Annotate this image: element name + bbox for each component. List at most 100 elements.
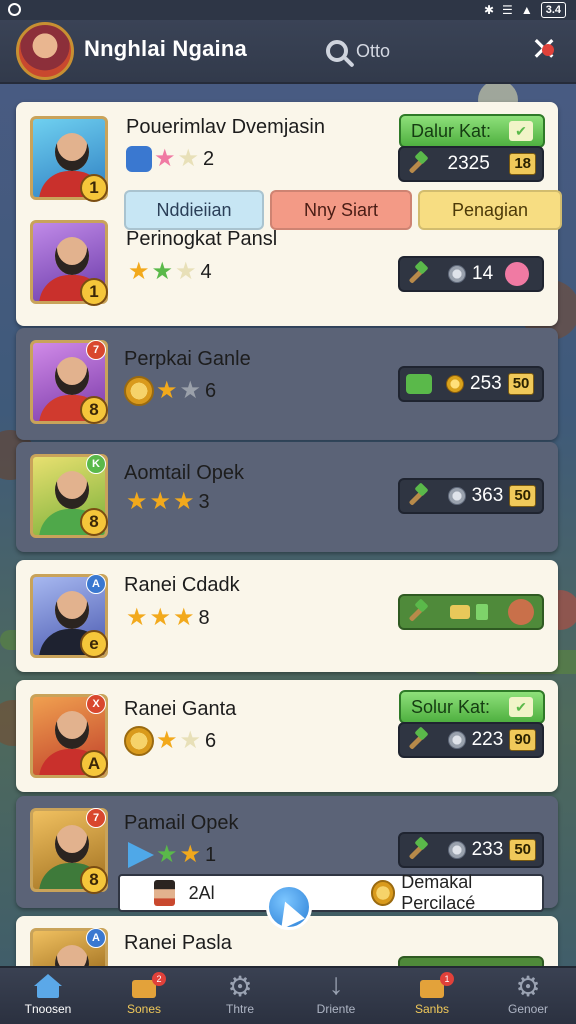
notification-toast[interactable]: 2Al Demakal Percilacé [118,872,544,913]
level-badge: A [80,750,108,778]
nav-sanbs[interactable]: 1 Sanbs [384,968,480,1024]
player-name: Perpkai Ganle [124,348,251,370]
character-icon [505,262,530,286]
gear-icon [226,970,254,1003]
search-button[interactable]: Otto [326,34,406,68]
download-icon [322,968,350,1002]
player-name: Pouerimlav Dvemjasin [126,116,325,138]
notification-badge: 2 [152,972,166,986]
nav-label: Driente [316,1002,356,1016]
resource-pill: 14 [398,256,544,292]
resource-tag: 18 [509,153,536,175]
level-badge: 8 [80,396,108,424]
level-badge: 1 [80,174,108,202]
coin-icon [370,880,396,906]
star-rating: ★ ★ 6 [124,726,216,756]
star-count: 6 [205,379,217,402]
signal-icon: ▲ [520,3,533,17]
tab-filter-3[interactable]: Penagian [418,190,562,230]
nav-sones[interactable]: 2 Sones [96,968,192,1024]
hammer-icon [406,729,428,751]
star-icon: ★ [151,258,174,285]
bluetooth-icon: ✱ [483,3,495,17]
rank-badge: X [86,694,106,714]
player-avatar[interactable] [16,22,74,80]
level-badge: 8 [80,508,108,536]
resource-value: 14 [472,263,494,284]
rank-badge: 7 [86,808,106,828]
claim-button[interactable]: Solur Kat: ✔ [399,690,545,724]
search-label: Otto [356,40,391,61]
resource-value: 2325 [447,153,490,174]
claim-button-label: Dalur Kat: [411,120,492,141]
tab-filter-2[interactable]: Nny Siart [270,190,412,230]
nav-driente[interactable]: Driente [288,968,384,1024]
coin-icon [446,375,464,393]
rank-badge: 7 [86,340,106,360]
star-icon: ★ [179,727,202,754]
star-count: 2 [203,147,215,170]
nav-label: Sanbs [414,1002,450,1016]
gem-icon [476,604,488,620]
resource-value: 253 [470,373,502,394]
coin-icon [447,841,466,859]
cash-icon [406,374,432,394]
nav-label: Genoer [507,1002,549,1016]
tab-filter-1[interactable]: Nddieiian [124,190,264,230]
nav-home[interactable]: Tnoosen [0,968,96,1024]
notification-badge: 1 [440,972,454,986]
filter-tabs: Nddieiian Nny Siart Penagian [124,190,562,230]
leaderboard-card[interactable]: 7 8 Perpkai Ganle ★ ★ 6 253 50 [16,328,558,440]
hammer-icon [406,601,428,623]
rank-badge: A [86,574,106,594]
status-bar: ✱ ☰ ▲ 3.4 [0,0,576,20]
nav-label: Sones [126,1002,162,1016]
search-icon [326,40,348,62]
star-count: 6 [205,729,217,752]
nav-label: Tnoosen [24,1002,72,1016]
coin-icon [448,265,466,283]
star-icon: ★ [156,377,178,404]
star-icon: ★ [179,841,202,868]
star-icon: ★ [149,604,172,631]
system-icons: ✱ ☰ ▲ 3.4 [484,2,566,18]
star-icon: ★ [173,604,195,631]
star-icon: ★ [173,488,195,515]
arrow-icon [128,842,154,868]
star-rating: ★ ★ 2 [126,146,214,172]
leaderboard-card[interactable]: 1 Pouerimlav Dvemjasin ★ ★ 2 Dalur Kat: … [16,102,562,326]
claim-button[interactable]: Dalur Kat: ✔ [399,114,545,148]
close-button[interactable]: ✕ [528,33,560,66]
resource-value: 233 [471,839,504,860]
star-icon: ★ [126,488,148,515]
star-rating: ★ ★ ★ 3 [126,490,210,514]
star-icon: ★ [177,145,200,172]
notification-dot [542,44,554,56]
leaderboard-card[interactable]: A e Ranei Cdadk ★ ★ ★ 8 [16,560,558,672]
player-name: Ranei Ganta [124,698,237,720]
home-icon [34,974,62,1000]
star-icon: ★ [126,604,148,631]
gear-icon [514,970,542,1003]
hammer-icon [406,263,428,285]
mini-avatar [154,880,175,906]
wifi-icon: ☰ [502,3,513,17]
nav-genoer[interactable]: Genoer [480,968,576,1024]
star-icon: ★ [175,258,197,285]
check-icon: ✔ [509,697,533,717]
star-icon: ★ [149,488,172,515]
resource-pill: 233 50 [398,832,544,868]
play-button[interactable] [266,884,312,930]
toast-right-text: Demakal Percilacé [401,872,476,913]
nav-thtre[interactable]: Thtre [192,968,288,1024]
hammer-icon [406,839,428,861]
leaderboard-card[interactable]: X A Ranei Ganta ★ ★ 6 Solur Kat: ✔ 223 9… [16,680,558,792]
coin-icon [447,731,466,749]
star-icon: ★ [156,841,178,868]
claim-button-label: Solur Kat: [411,696,491,717]
star-icon: ★ [154,145,176,172]
leaderboard-card[interactable]: K 8 Aomtail Opek ★ ★ ★ 3 363 50 [16,442,558,552]
star-count: 8 [198,606,210,629]
star-count: 3 [198,490,210,513]
player-name: Ranei Cdadk [124,574,240,596]
